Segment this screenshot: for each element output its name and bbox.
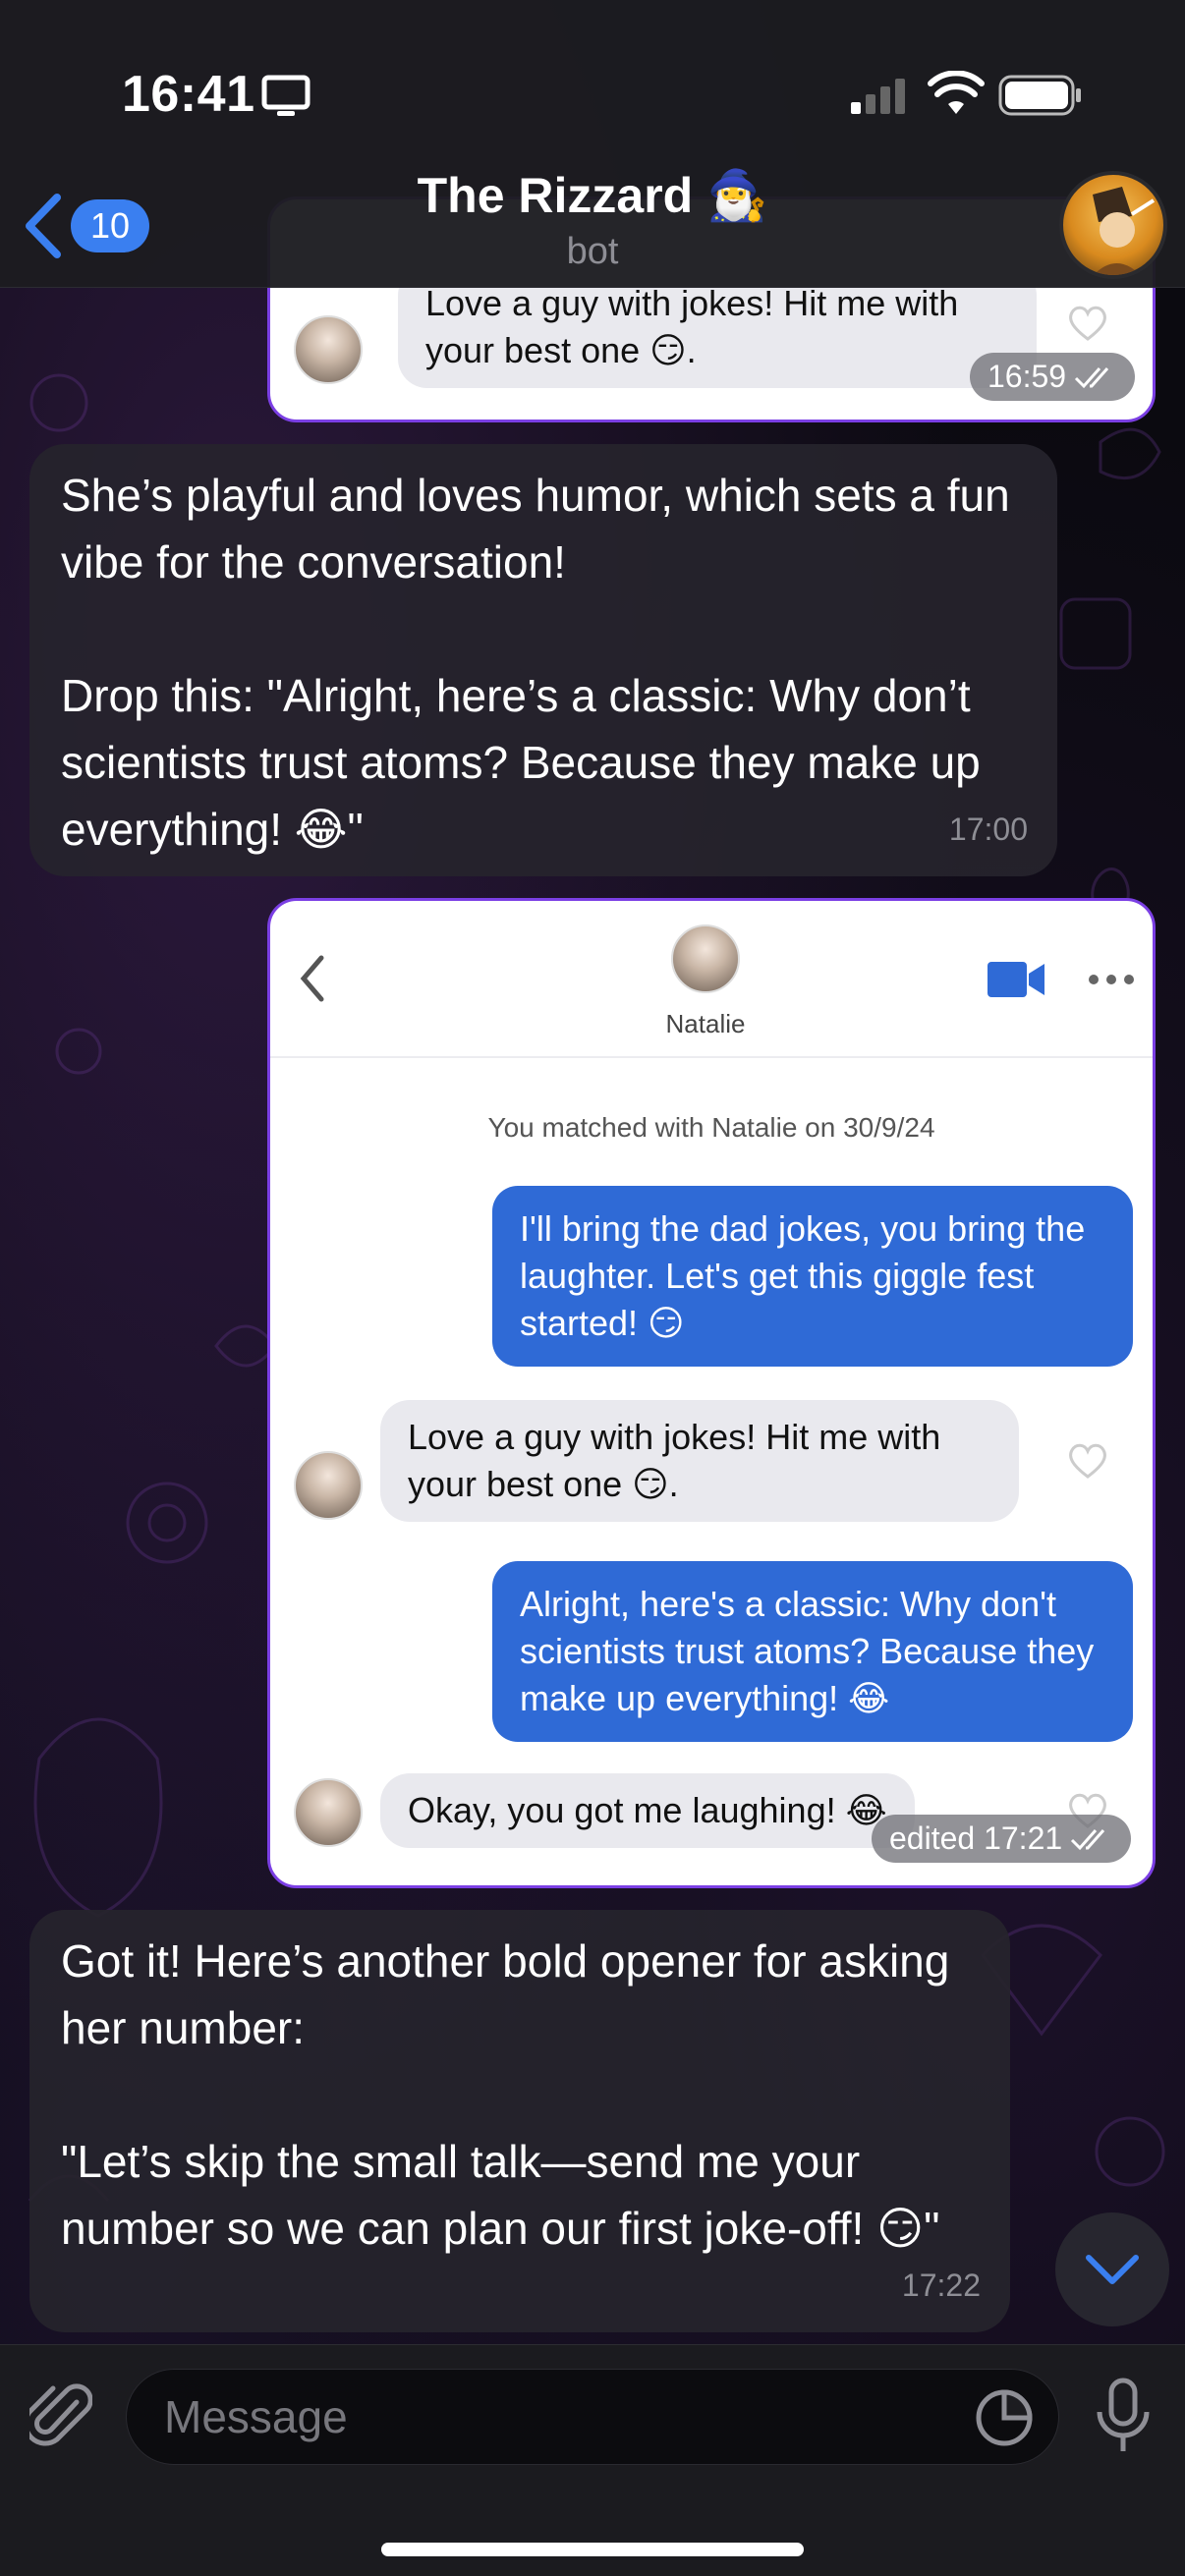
- chat-screen: 16:41 10 The Rizzard 🧙‍: [0, 0, 1185, 2576]
- contact-name: Natalie: [665, 1009, 746, 1038]
- double-check-icon: [1075, 366, 1109, 388]
- battery-icon: [998, 75, 1081, 116]
- avatar: [294, 1451, 363, 1520]
- message-text: Got it! Here’s another bold opener for a…: [61, 1935, 950, 2254]
- chat-title-area[interactable]: The Rizzard 🧙‍♂️ bot: [298, 167, 887, 273]
- chevron-down-icon: [1086, 2255, 1139, 2284]
- status-time: 16:41: [122, 66, 255, 123]
- chat-title: The Rizzard 🧙‍♂️: [417, 168, 768, 223]
- heart-icon[interactable]: [1066, 304, 1109, 343]
- heart-icon[interactable]: [1066, 1441, 1109, 1481]
- scroll-to-bottom-button[interactable]: [1055, 2212, 1169, 2326]
- double-check-icon: [1071, 1828, 1105, 1850]
- message-text: She’s playful and loves humor, which set…: [61, 470, 1010, 855]
- message-field[interactable]: [126, 2369, 1059, 2465]
- message-bubble-incoming: Love a guy with jokes! Hit me with your …: [380, 1400, 1019, 1522]
- message-input-bar: [0, 2344, 1185, 2576]
- message-timestamp: 17:22: [901, 2268, 981, 2303]
- back-button[interactable]: 10: [20, 187, 157, 265]
- message-timestamp: 16:59: [970, 353, 1136, 401]
- wifi-icon: [928, 71, 985, 114]
- message-timestamp: 17:00: [948, 812, 1028, 847]
- avatar: [294, 1778, 363, 1847]
- avatar: [671, 924, 740, 993]
- home-indicator: [381, 2543, 804, 2556]
- paperclip-icon[interactable]: [29, 2380, 92, 2449]
- chevron-left-icon: [300, 955, 324, 1002]
- more-options-icon: [1089, 975, 1134, 984]
- bot-avatar[interactable]: [1059, 171, 1167, 279]
- unread-count-badge: 10: [71, 199, 150, 252]
- video-call-icon: [988, 962, 1044, 997]
- cellular-signal-icon: [851, 79, 905, 114]
- match-notice: You matched with Natalie on 30/9/24: [487, 1112, 935, 1143]
- chat-subtitle: bot: [566, 231, 619, 272]
- timestamp-text: 16:59: [988, 359, 1067, 394]
- chevron-left-icon: [26, 194, 61, 258]
- message-bubble-outgoing: Alright, here's a classic: Why don't sci…: [492, 1561, 1133, 1742]
- message-bubble-outgoing: I'll bring the dad jokes, you bring the …: [492, 1186, 1133, 1367]
- inner-chat-header: Natalie: [270, 901, 1153, 1058]
- timestamp-text: edited 17:21: [889, 1820, 1063, 1856]
- forwarded-screenshot-bubble[interactable]: Natalie You matched with Natalie on 30/9…: [267, 898, 1156, 1888]
- list-item: [294, 315, 363, 384]
- screen-mirror-icon: [261, 75, 310, 116]
- bot-message-bubble[interactable]: She’s playful and loves humor, which set…: [29, 444, 1057, 876]
- bot-message-bubble[interactable]: Got it! Here’s another bold opener for a…: [29, 1910, 1010, 2332]
- message-bubble-incoming: Okay, you got me laughing! 😂: [380, 1773, 915, 1848]
- microphone-icon[interactable]: [1093, 2377, 1154, 2455]
- sticker-icon[interactable]: [975, 2388, 1034, 2447]
- chat-header: 16:41 10 The Rizzard 🧙‍: [0, 0, 1185, 288]
- avatar: [294, 315, 363, 384]
- wizard-avatar-icon: [1093, 187, 1156, 275]
- message-input[interactable]: [164, 2390, 950, 2443]
- message-timestamp: edited 17:21: [872, 1815, 1132, 1863]
